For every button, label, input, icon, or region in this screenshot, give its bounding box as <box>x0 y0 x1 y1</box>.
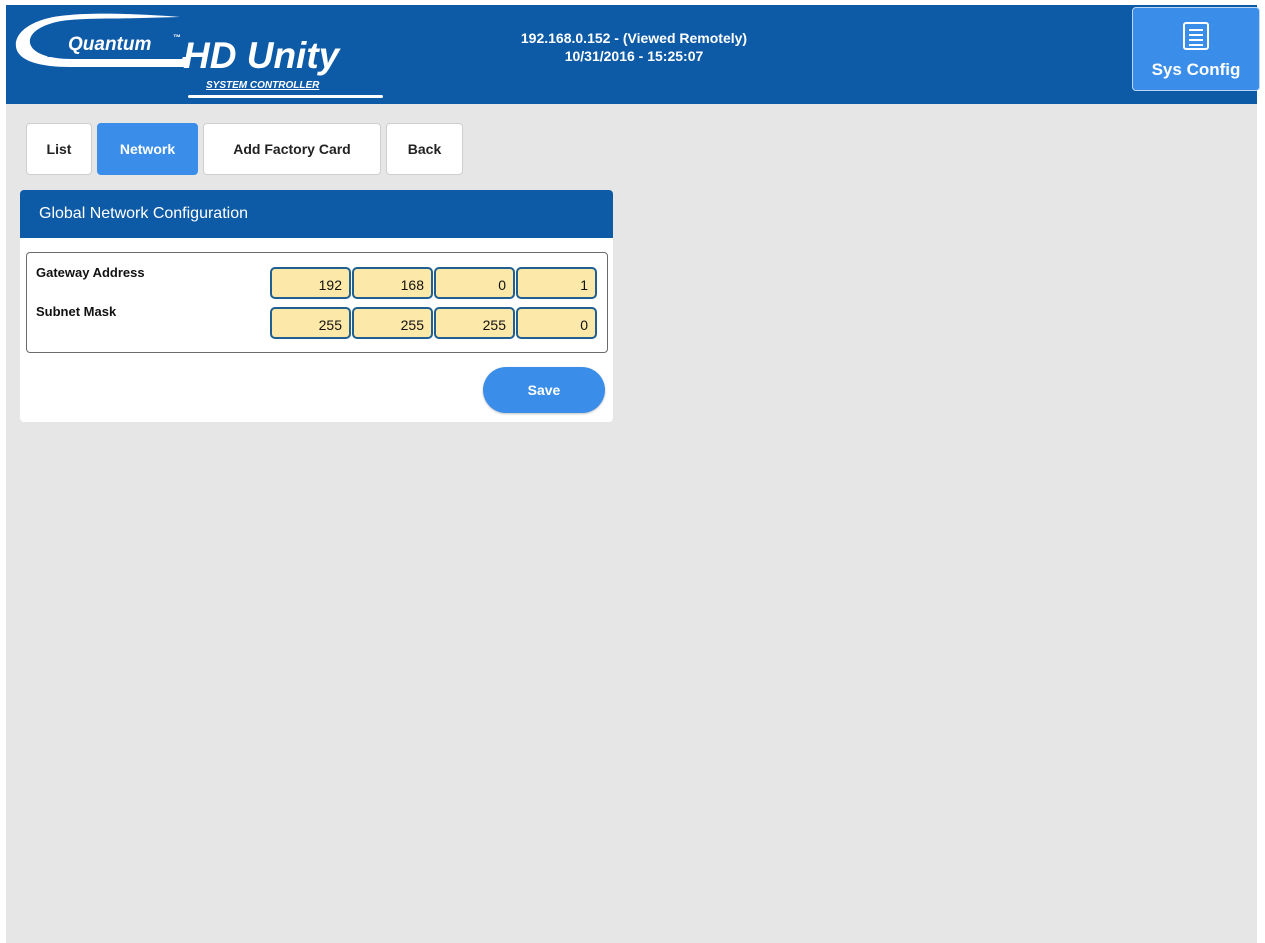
connection-info: 192.168.0.152 - (Viewed Remotely) 10/31/… <box>454 29 814 65</box>
gateway-octet-2-field[interactable]: 168 <box>352 267 433 299</box>
tab-list[interactable]: List <box>26 123 92 175</box>
subnet-octet-2-field[interactable]: 255 <box>352 307 433 339</box>
logo-subtitle: SYSTEM CONTROLLER <box>206 80 320 91</box>
logo-product-text: HD Unity <box>183 35 340 76</box>
gateway-octet-4-field[interactable]: 1 <box>516 267 597 299</box>
tab-add-factory-card[interactable]: Add Factory Card <box>203 123 381 175</box>
device-address: 192.168.0.152 - (Viewed Remotely) <box>520 30 748 46</box>
network-fields-box: Gateway Address 192 168 0 1 Subnet Mask … <box>26 252 608 353</box>
list-document-icon <box>1183 22 1209 50</box>
sys-config-label: Sys Config <box>1151 60 1241 79</box>
brand-logo: Quantum ™ HD Unity SYSTEM CONTROLLER <box>10 9 410 103</box>
subnet-octet-4-field[interactable]: 0 <box>516 307 597 339</box>
window-edge-right <box>1257 0 1265 943</box>
sys-config-button[interactable]: Sys Config <box>1132 7 1260 91</box>
subnet-mask-label: Subnet Mask <box>36 304 117 319</box>
panel-title: Global Network Configuration <box>20 190 613 238</box>
app-window: Quantum ™ HD Unity SYSTEM CONTROLLER 192… <box>0 0 1265 943</box>
gateway-address-label: Gateway Address <box>36 265 145 280</box>
logo-underline <box>188 95 383 98</box>
gateway-octet-3-field[interactable]: 0 <box>434 267 515 299</box>
tab-network[interactable]: Network <box>97 123 198 175</box>
gateway-octet-1-field[interactable]: 192 <box>270 267 351 299</box>
subnet-octet-3-field[interactable]: 255 <box>434 307 515 339</box>
save-button[interactable]: Save <box>483 367 605 413</box>
device-datetime: 10/31/2016 - 15:25:07 <box>564 48 704 64</box>
logo-trademark: ™ <box>173 33 181 42</box>
app-header: Quantum ™ HD Unity SYSTEM CONTROLLER 192… <box>6 5 1260 104</box>
network-config-panel: Global Network Configuration Gateway Add… <box>20 190 613 422</box>
subnet-octet-1-field[interactable]: 255 <box>270 307 351 339</box>
logo-brand-text: Quantum <box>68 34 152 55</box>
tab-back[interactable]: Back <box>386 123 463 175</box>
window-edge-left <box>0 0 6 943</box>
